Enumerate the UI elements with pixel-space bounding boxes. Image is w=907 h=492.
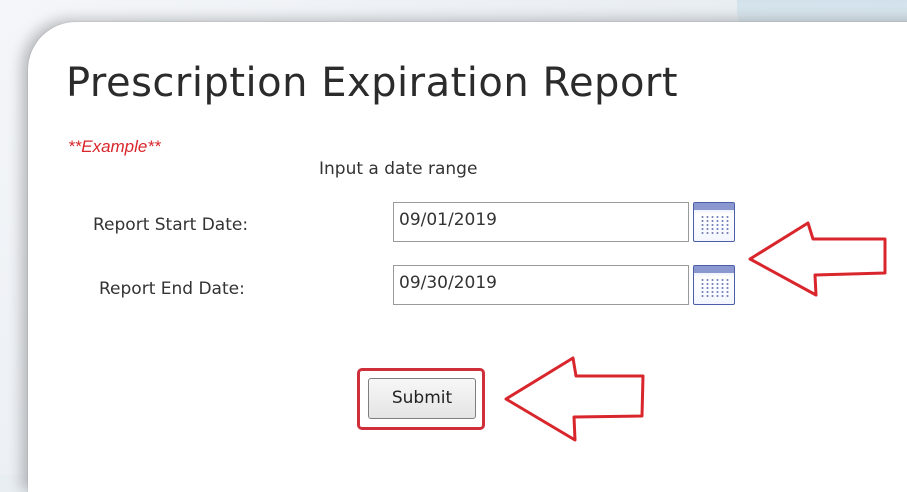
- calendar-icon-header: [694, 266, 734, 273]
- start-date-label: Report Start Date:: [93, 215, 249, 235]
- calendar-icon[interactable]: [693, 202, 735, 242]
- end-date-input[interactable]: 09/30/2019: [393, 265, 689, 305]
- example-note: **Example**: [68, 137, 161, 156]
- annotation-arrow-submit: [504, 356, 645, 442]
- submit-button[interactable]: Submit: [368, 378, 476, 419]
- calendar-icon-grid: [700, 215, 729, 235]
- calendar-icon[interactable]: [693, 265, 735, 305]
- end-date-label: Report End Date:: [99, 279, 245, 299]
- page-title: Prescription Expiration Report: [66, 60, 679, 106]
- date-range-instruction: Input a date range: [319, 159, 478, 179]
- calendar-icon-header: [694, 203, 734, 210]
- annotation-arrow-dates: [748, 221, 887, 297]
- start-date-input[interactable]: 09/01/2019: [393, 202, 689, 242]
- calendar-icon-grid: [700, 278, 729, 298]
